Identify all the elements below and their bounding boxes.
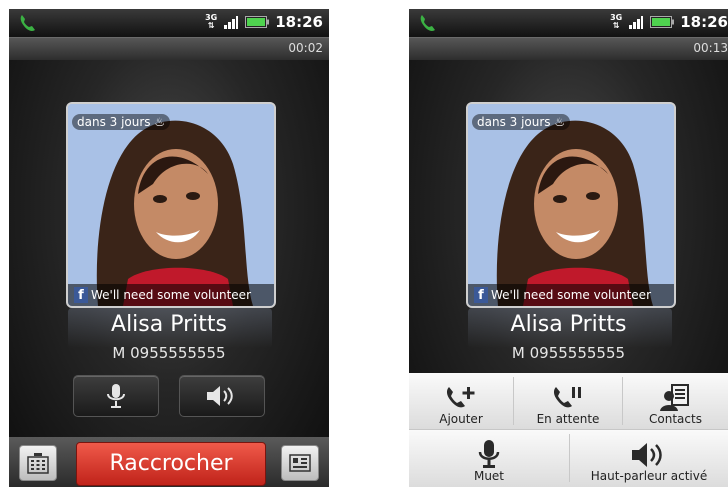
call-screen-menu-open: 3G ⇅ 18:26 00:13 dans 3 jours ♨ f We'll …	[409, 9, 728, 487]
status-bar: 3G ⇅ 18:26	[9, 9, 329, 37]
contacts-icon	[659, 384, 689, 411]
mute-button[interactable]: Muet	[409, 430, 569, 486]
hold-call-icon	[553, 387, 581, 408]
contact-card-button[interactable]	[281, 445, 319, 481]
dialpad-button[interactable]	[19, 445, 57, 481]
call-timer: 00:13	[693, 41, 728, 55]
contact-name: Alisa Pritts	[111, 312, 227, 337]
hangup-button[interactable]: Raccrocher	[76, 442, 266, 486]
speaker-button[interactable]	[179, 375, 265, 417]
battery-icon	[650, 16, 675, 28]
contact-photo: dans 3 jours ♨ f We'll need some volunte…	[66, 102, 276, 308]
contact-number: M 0955555555	[112, 344, 226, 362]
facebook-status: f We'll need some volunteer	[68, 284, 274, 306]
battery-icon	[245, 16, 270, 28]
contact-name: Alisa Pritts	[510, 312, 627, 337]
birthday-cake-icon: ♨	[554, 115, 566, 129]
contact-photo-image	[68, 104, 274, 306]
call-timer: 00:02	[288, 41, 323, 55]
birthday-badge: dans 3 jours ♨	[472, 114, 571, 130]
birthday-badge: dans 3 jours ♨	[72, 114, 171, 130]
contact-number: M 0955555555	[511, 344, 626, 362]
add-call-icon	[446, 387, 475, 408]
facebook-icon: f	[74, 287, 88, 303]
contact-photo-image	[468, 104, 674, 306]
contact-card-icon	[289, 454, 311, 472]
in-call-menu: Ajouter En attente Contacts Muet Haut-pa…	[409, 373, 728, 487]
menu-row-top: Ajouter En attente Contacts	[409, 373, 728, 430]
microphone-icon	[107, 384, 125, 408]
call-stage: dans 3 jours ♨ f We'll need some volunte…	[9, 60, 329, 487]
call-timer-bar: 00:02	[9, 37, 329, 60]
facebook-status: f We'll need some volunteer	[468, 284, 674, 306]
network-indicator: 3G ⇅	[610, 13, 623, 30]
call-bottom-bar: Raccrocher	[9, 437, 329, 487]
add-call-button[interactable]: Ajouter	[409, 373, 513, 429]
network-indicator: 3G ⇅	[205, 13, 218, 30]
mute-icon	[478, 440, 500, 468]
menu-row-bottom: Muet Haut-parleur activé	[409, 430, 728, 487]
contacts-button[interactable]: Contacts	[623, 373, 728, 429]
call-screen-active: 3G ⇅ 18:26 00:02 dans 3 jours ♨ f We'll …	[9, 9, 329, 487]
clock: 18:26	[275, 13, 323, 31]
speaker-button[interactable]: Haut-parleur activé	[570, 430, 728, 486]
dialpad-icon	[27, 453, 49, 474]
phone-icon	[20, 15, 35, 31]
hold-call-button[interactable]: En attente	[514, 373, 622, 429]
status-bar: 3G ⇅ 18:26	[409, 9, 728, 37]
mute-button[interactable]	[73, 375, 159, 417]
signal-icon	[224, 16, 239, 29]
clock: 18:26	[680, 13, 728, 31]
birthday-cake-icon: ♨	[154, 115, 166, 129]
phone-icon	[420, 15, 435, 31]
signal-icon	[629, 16, 644, 29]
facebook-icon: f	[474, 287, 488, 303]
contact-photo: dans 3 jours ♨ f We'll need some volunte…	[466, 102, 676, 308]
speaker-icon	[632, 443, 662, 467]
call-timer-bar: 00:13	[409, 37, 728, 60]
speaker-icon	[207, 386, 233, 406]
